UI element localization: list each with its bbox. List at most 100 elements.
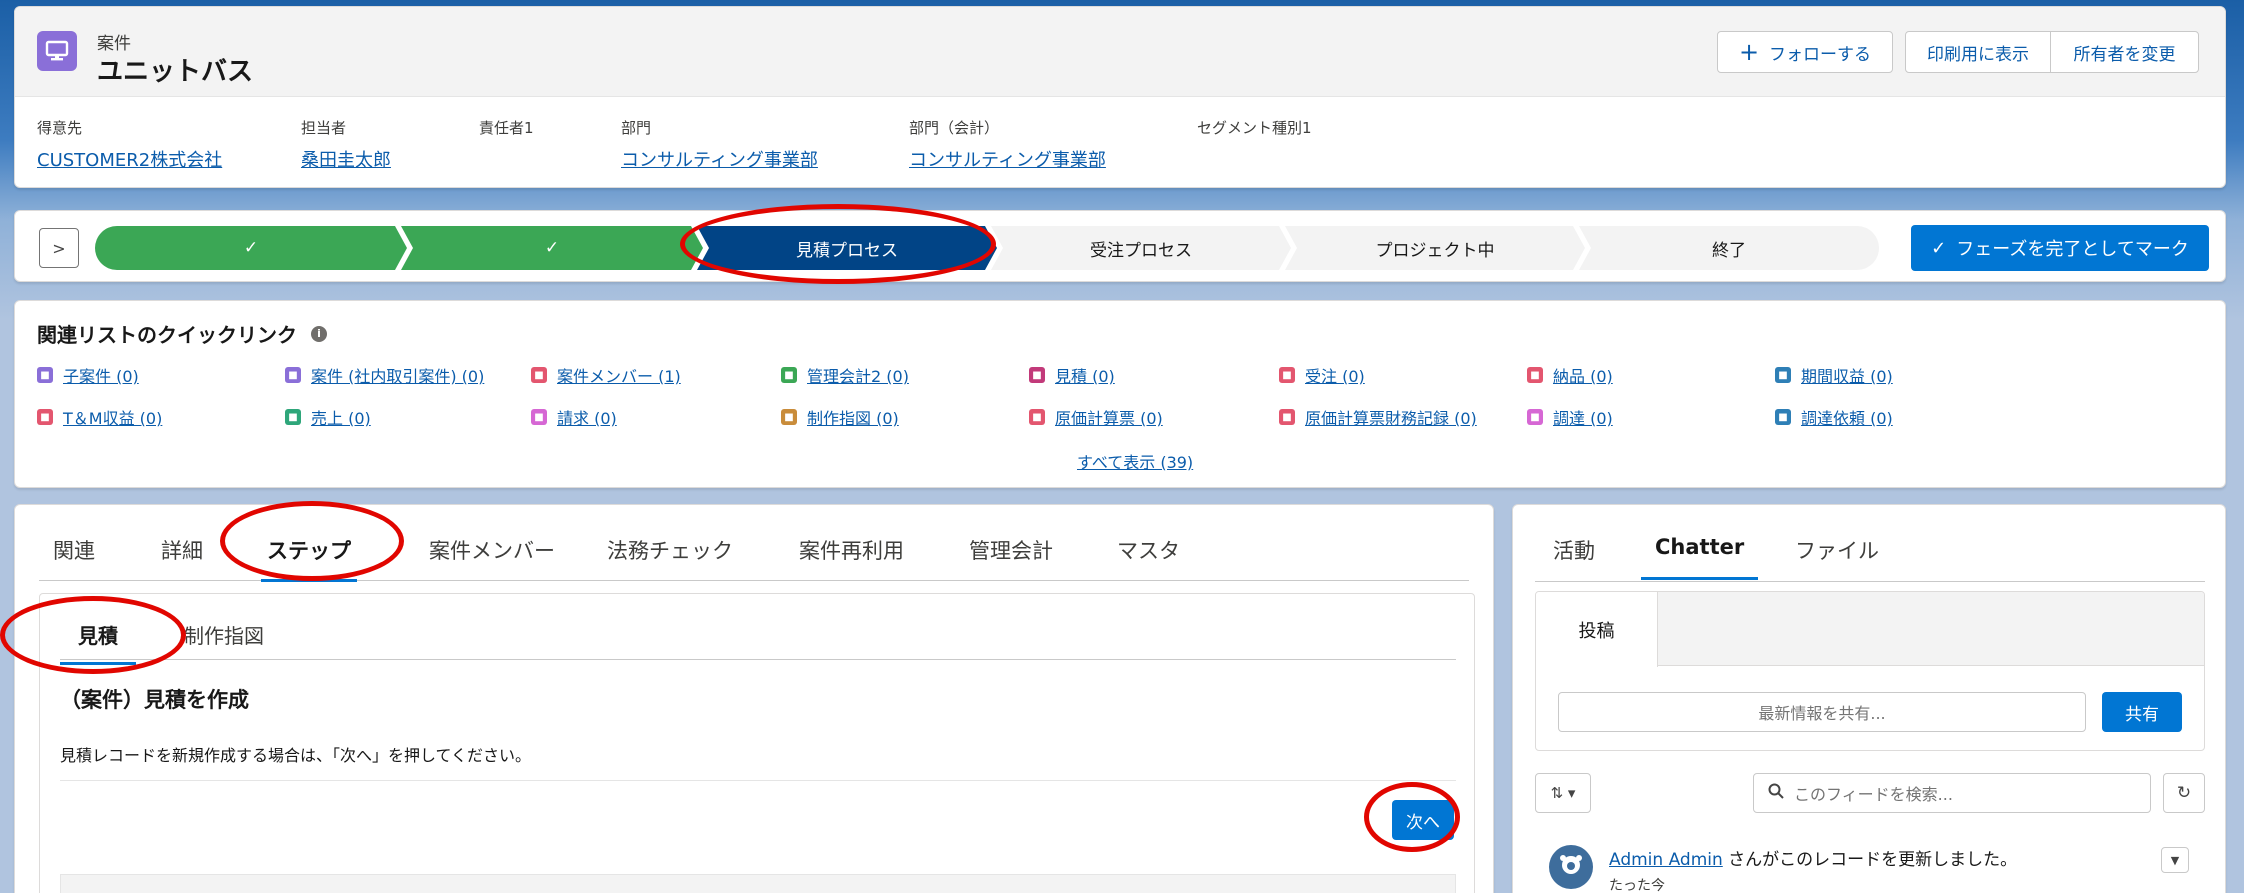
quick-link-label[interactable]: T＆M収益 (0) <box>63 405 162 429</box>
follow-button[interactable]: + フォローする <box>1717 31 1893 73</box>
quick-link-label[interactable]: 期間収益 (0) <box>1801 363 1893 387</box>
info-icon[interactable]: i <box>311 325 327 342</box>
tab-chatter[interactable]: Chatter <box>1640 535 1759 580</box>
sort-feed-button[interactable]: ⇅ ▾ <box>1535 773 1591 813</box>
path-stage-6[interactable]: 終了 <box>1579 226 1879 270</box>
refresh-feed-button[interactable]: ↻ <box>2163 773 2205 813</box>
quick-link-item[interactable]: ■ 売上 (0) <box>285 405 371 429</box>
path-stage-4[interactable]: 受注プロセス <box>991 226 1291 270</box>
quick-link-item[interactable]: ■ 子案件 (0) <box>37 363 139 387</box>
department-link[interactable]: コンサルティング事業部 <box>621 150 818 171</box>
tab-activity[interactable]: 活動 <box>1553 535 1595 565</box>
case-icon: ■ <box>285 367 301 383</box>
quick-link-label[interactable]: 原価計算票 (0) <box>1055 405 1163 429</box>
quick-link-label[interactable]: 請求 (0) <box>557 405 617 429</box>
quick-link-label[interactable]: 見積 (0) <box>1055 363 1115 387</box>
path-toggle-button[interactable]: > <box>39 228 79 268</box>
quick-link-label[interactable]: 子案件 (0) <box>63 363 139 387</box>
tab-files[interactable]: ファイル <box>1795 535 1879 565</box>
quick-link-item[interactable]: ■ 見積 (0) <box>1029 363 1115 387</box>
quick-link-item[interactable]: ■ 案件 (社内取引案件) (0) <box>285 363 484 387</box>
quick-link-label[interactable]: 売上 (0) <box>311 405 371 429</box>
record-tabs: 関連 詳細 ステップ 案件メンバー 法務チェック 案件再利用 管理会計 マスタ <box>39 535 1469 582</box>
right-tabset: 活動 Chatter ファイル 投稿 最新情報を共有... 共有 ⇅ ▾ このフ… <box>1512 504 2226 893</box>
feed-user-link[interactable]: Admin Admin <box>1609 850 1723 870</box>
tab-legal-check[interactable]: 法務チェック <box>607 535 733 581</box>
path-stage-5[interactable]: プロジェクト中 <box>1285 226 1585 270</box>
order-icon: ■ <box>1279 367 1295 383</box>
quick-link-item[interactable]: ■ 期間収益 (0) <box>1775 363 1893 387</box>
avatar[interactable] <box>1549 845 1593 889</box>
quick-link-item[interactable]: ■ 調達依頼 (0) <box>1775 405 1893 429</box>
next-button[interactable]: 次へ <box>1392 800 1454 840</box>
subtab-quote[interactable]: 見積 <box>60 620 136 665</box>
left-tabset: 関連 詳細 ステップ 案件メンバー 法務チェック 案件再利用 管理会計 マスタ … <box>14 504 1494 893</box>
quick-link-label[interactable]: 案件 (社内取引案件) (0) <box>311 363 484 387</box>
path-stage-2[interactable]: ✓ <box>401 226 703 270</box>
quick-link-label[interactable]: 原価計算票財務記録 (0) <box>1305 405 1477 429</box>
post-tab[interactable]: 投稿 <box>1536 592 1658 667</box>
quote-icon: ■ <box>1029 367 1045 383</box>
tab-master[interactable]: マスタ <box>1117 535 1180 581</box>
quick-link-item[interactable]: ■ 制作指図 (0) <box>781 405 899 429</box>
publisher: 投稿 最新情報を共有... 共有 <box>1535 591 2205 751</box>
chevron-right-icon: > <box>52 238 66 258</box>
tab-related[interactable]: 関連 <box>53 535 95 581</box>
quick-link-label[interactable]: 案件メンバー (1) <box>557 363 681 387</box>
procurement-request-icon: ■ <box>1775 409 1791 425</box>
delivery-icon: ■ <box>1527 367 1543 383</box>
share-button[interactable]: 共有 <box>2102 692 2182 732</box>
record-header: 案件 ユニットバス + フォローする 印刷用に表示 所有者を変更 得意先 CUS… <box>14 6 2226 188</box>
field-department: 部門 コンサルティング事業部 <box>621 119 818 171</box>
feed-item-timestamp[interactable]: たった今 <box>1609 875 1665 893</box>
show-all-link[interactable]: すべて表示 (39) <box>1077 449 1193 473</box>
flow-card: 見積 制作指図 （案件）見積を作成 見積レコードを新規作成する場合は、「次へ」を… <box>39 593 1475 893</box>
account-link[interactable]: CUSTOMER2株式会社 <box>37 150 222 171</box>
quick-link-label[interactable]: 受注 (0) <box>1305 363 1365 387</box>
quick-link-label[interactable]: 調達依頼 (0) <box>1801 405 1893 429</box>
tab-opportunity-members[interactable]: 案件メンバー <box>429 535 555 581</box>
step-description: 見積レコードを新規作成する場合は、「次へ」を押してください。 <box>60 746 532 765</box>
subtab-work-order[interactable]: 制作指図 <box>184 620 264 649</box>
feed-item-menu-button[interactable]: ▼ <box>2161 847 2189 873</box>
tm-revenue-icon: ■ <box>37 409 53 425</box>
cost-finance-icon: ■ <box>1279 409 1295 425</box>
quick-link-item[interactable]: ■ 原価計算票財務記録 (0) <box>1279 405 1477 429</box>
check-icon: ✓ <box>1931 237 1947 259</box>
quick-link-item[interactable]: ■ 案件メンバー (1) <box>531 363 681 387</box>
department-accounting-link[interactable]: コンサルティング事業部 <box>909 150 1106 171</box>
header-highlights: 案件 ユニットバス + フォローする 印刷用に表示 所有者を変更 <box>15 7 2225 97</box>
step-title: （案件）見積を作成 <box>60 688 249 712</box>
tab-details[interactable]: 詳細 <box>161 535 203 581</box>
print-view-button[interactable]: 印刷用に表示 <box>1905 31 2051 73</box>
quick-link-label[interactable]: 管理会計2 (0) <box>807 363 909 387</box>
quick-link-item[interactable]: ■ 管理会計2 (0) <box>781 363 909 387</box>
tab-management-accounting[interactable]: 管理会計 <box>969 535 1053 581</box>
owner-link[interactable]: 桑田圭太郎 <box>301 150 391 171</box>
quick-link-item[interactable]: ■ 受注 (0) <box>1279 363 1365 387</box>
change-owner-button[interactable]: 所有者を変更 <box>2050 31 2199 73</box>
quick-link-item[interactable]: ■ 原価計算票 (0) <box>1029 405 1163 429</box>
invoice-icon: ■ <box>531 409 547 425</box>
tab-reuse[interactable]: 案件再利用 <box>799 535 904 581</box>
quick-link-item[interactable]: ■ 請求 (0) <box>531 405 617 429</box>
quick-link-item[interactable]: ■ T＆M収益 (0) <box>37 405 162 429</box>
quick-link-label[interactable]: 調達 (0) <box>1553 405 1613 429</box>
mark-stage-complete-button[interactable]: ✓ フェーズを完了としてマーク <box>1911 225 2209 271</box>
divider <box>1535 581 2205 582</box>
search-feed-input[interactable]: このフィードを検索... <box>1753 773 2151 813</box>
quick-link-item[interactable]: ■ 調達 (0) <box>1527 405 1613 429</box>
field-account: 得意先 CUSTOMER2株式会社 <box>37 119 223 171</box>
tab-steps[interactable]: ステップ <box>261 535 357 582</box>
quick-links-title: 関連リストのクイックリンク i <box>37 319 327 348</box>
quick-link-label[interactable]: 制作指図 (0) <box>807 405 899 429</box>
share-update-input[interactable]: 最新情報を共有... <box>1558 692 2086 732</box>
member-icon: ■ <box>531 367 547 383</box>
flow-footer <box>60 874 1456 893</box>
path-stage-1[interactable]: ✓ <box>95 226 407 270</box>
refresh-icon: ↻ <box>2176 783 2192 803</box>
step-subtabs: 見積 制作指図 <box>60 614 1456 665</box>
quick-link-label[interactable]: 納品 (0) <box>1553 363 1613 387</box>
quick-link-item[interactable]: ■ 納品 (0) <box>1527 363 1613 387</box>
path-stage-3[interactable]: 見積プロセス <box>697 226 997 270</box>
